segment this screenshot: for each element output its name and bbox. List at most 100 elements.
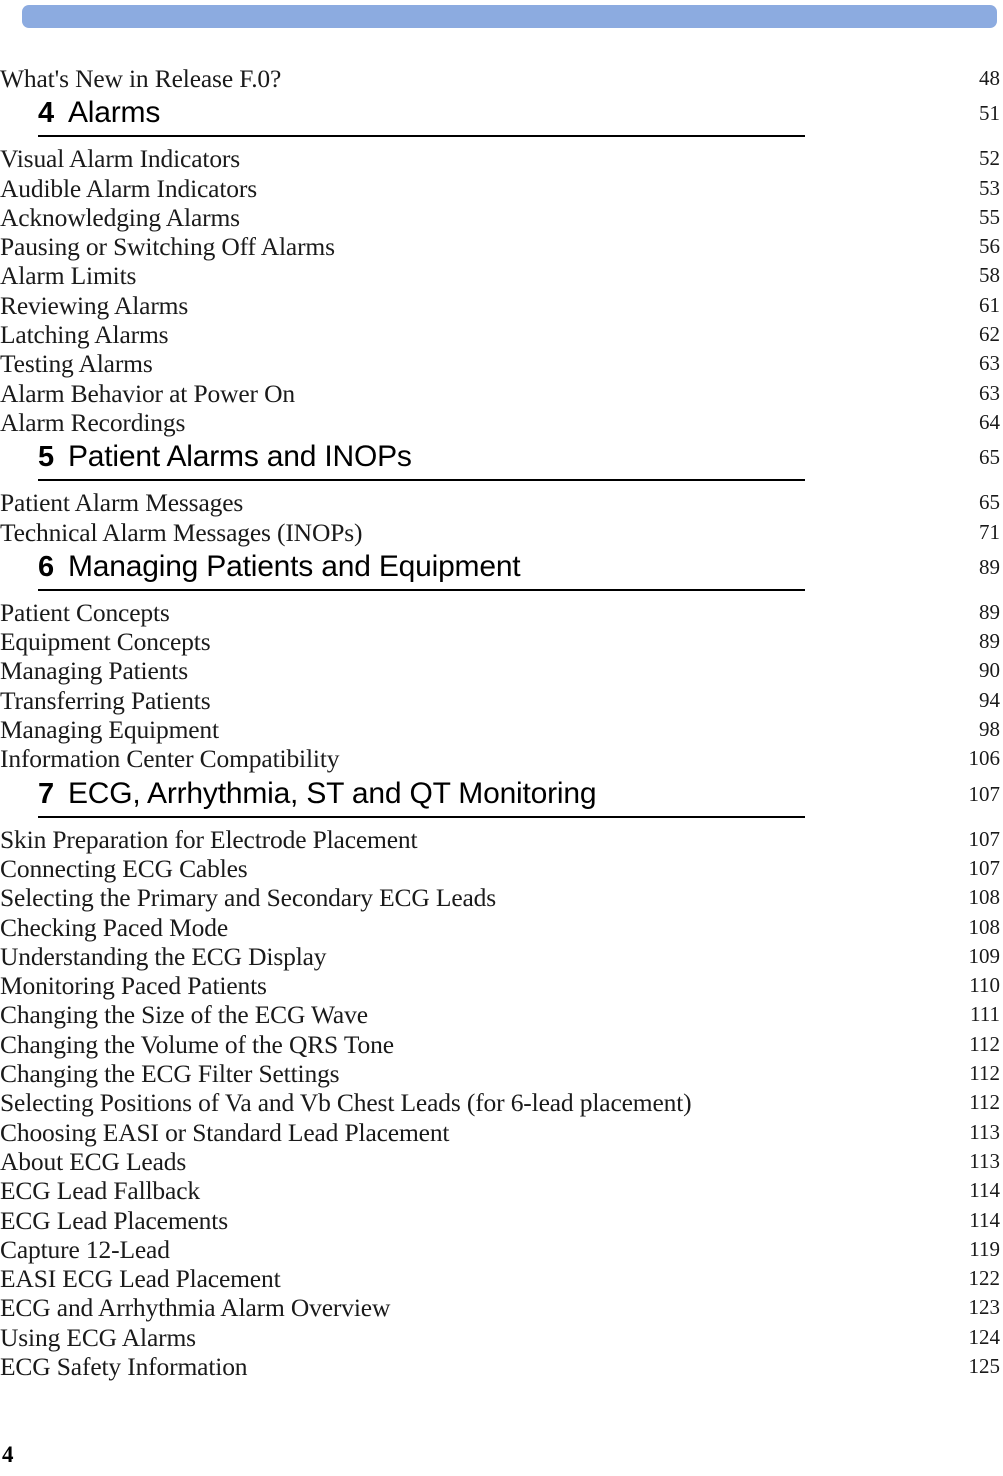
- toc-entry-row[interactable]: Alarm Recordings 64: [0, 408, 1003, 437]
- toc-entry-label: Acknowledging Alarms: [0, 202, 240, 232]
- toc-entry-page-number: 113: [969, 1119, 1000, 1144]
- toc-entry-page-number: 119: [969, 1236, 1000, 1261]
- toc-entry-label: ECG and Arrhythmia Alarm Overview: [0, 1293, 391, 1323]
- chapter-title: ECG, Arrhythmia, ST and QT Monitoring: [68, 776, 597, 810]
- toc-entry-label: Choosing EASI or Standard Lead Placement: [0, 1117, 450, 1147]
- toc-entry-row[interactable]: Testing Alarms 63: [0, 349, 1003, 378]
- toc-entry-page-number: 56: [979, 234, 1000, 259]
- toc-entry-page-number: 89: [979, 599, 1000, 624]
- toc-entry-label: Pausing or Switching Off Alarms: [0, 232, 335, 262]
- toc-entry-row[interactable]: EASI ECG Lead Placement 122: [0, 1264, 1003, 1293]
- chapter-underline: 5 Patient Alarms and INOPs: [38, 437, 805, 482]
- toc-entry-row[interactable]: Alarm Behavior at Power On 63: [0, 379, 1003, 408]
- toc-entry-row[interactable]: ECG Safety Information 125: [0, 1352, 1003, 1381]
- toc-entry-label: Managing Equipment: [0, 715, 219, 745]
- toc-entry-page-number: 62: [979, 322, 1000, 347]
- toc-entry-row[interactable]: What's New in Release F.0? 48: [0, 64, 1003, 93]
- chapter-underline: 6 Managing Patients and Equipment: [38, 547, 805, 591]
- toc-entry-row[interactable]: Visual Alarm Indicators 52: [0, 144, 1003, 173]
- toc-entry-row[interactable]: ECG Lead Placements 114: [0, 1206, 1003, 1235]
- toc-entry-row[interactable]: Patient Alarm Messages 65: [0, 488, 1003, 517]
- toc-entry-page-number: 108: [968, 914, 1001, 939]
- chapter-number: 5: [38, 441, 55, 474]
- toc-entry-page-number: 65: [979, 490, 1000, 515]
- toc-chapter-row[interactable]: 5 Patient Alarms and INOPs 65: [0, 437, 1003, 488]
- toc-entry-row[interactable]: Checking Paced Mode 108: [0, 913, 1003, 942]
- toc-entry-row[interactable]: Using ECG Alarms 124: [0, 1323, 1003, 1352]
- toc-chapter-row[interactable]: 6 Managing Patients and Equipment 89: [0, 547, 1003, 598]
- toc-entry-row[interactable]: Alarm Limits 58: [0, 261, 1003, 290]
- toc-entry-page-number: 112: [969, 1090, 1000, 1115]
- chapter-page-number: 51: [979, 101, 1000, 126]
- toc-entry-label: Managing Patients: [0, 656, 188, 686]
- toc-entry-label: Changing the Volume of the QRS Tone: [0, 1029, 394, 1059]
- toc-entry-row[interactable]: Reviewing Alarms 61: [0, 291, 1003, 320]
- toc-entry-label: Changing the Size of the ECG Wave: [0, 1000, 368, 1030]
- toc-entry-row[interactable]: Changing the ECG Filter Settings 112: [0, 1059, 1003, 1088]
- toc-entry-row[interactable]: Audible Alarm Indicators 53: [0, 174, 1003, 203]
- toc-entry-row[interactable]: Selecting the Primary and Secondary ECG …: [0, 883, 1003, 912]
- toc-entry-page-number: 112: [969, 1061, 1000, 1086]
- toc-entry-label: EASI ECG Lead Placement: [0, 1264, 281, 1294]
- toc-entry-row[interactable]: Skin Preparation for Electrode Placement…: [0, 825, 1003, 854]
- toc-entry-row[interactable]: Acknowledging Alarms 55: [0, 203, 1003, 232]
- toc-chapter-row[interactable]: 4 Alarms 51: [0, 93, 1003, 144]
- toc-entry-row[interactable]: Monitoring Paced Patients 110: [0, 971, 1003, 1000]
- toc-entry-row[interactable]: Pausing or Switching Off Alarms 56: [0, 232, 1003, 261]
- toc-entry-label: Changing the ECG Filter Settings: [0, 1059, 340, 1089]
- toc-entry-label: Reviewing Alarms: [0, 290, 189, 320]
- toc-entry-page-number: 55: [979, 204, 1000, 229]
- toc-entry-page-number: 106: [968, 746, 1001, 771]
- toc-entry-page-number: 63: [979, 380, 1000, 405]
- chapter-page-number: 89: [979, 554, 1000, 579]
- toc-entry-row[interactable]: About ECG Leads 113: [0, 1147, 1003, 1176]
- toc-entry-label: Selecting the Primary and Secondary ECG …: [0, 883, 497, 913]
- toc-entry-row[interactable]: ECG Lead Fallback 114: [0, 1176, 1003, 1205]
- toc-chapter-row[interactable]: 7 ECG, Arrhythmia, ST and QT Monitoring 10…: [0, 774, 1003, 825]
- toc-entry-row[interactable]: Equipment Concepts 89: [0, 627, 1003, 656]
- chapter-page-number: 107: [968, 781, 1001, 806]
- toc-entry-page-number: 114: [969, 1178, 1000, 1203]
- toc-entry-label: Patient Alarm Messages: [0, 488, 244, 518]
- toc-entry-row[interactable]: Changing the Size of the ECG Wave 111: [0, 1000, 1003, 1029]
- toc-entry-page-number: 58: [979, 263, 1000, 288]
- toc-entry-row[interactable]: Choosing EASI or Standard Lead Placement…: [0, 1118, 1003, 1147]
- toc-entry-label: Patient Concepts: [0, 597, 170, 627]
- toc-entry-label: ECG Lead Fallback: [0, 1176, 200, 1206]
- toc-entry-page-number: 53: [979, 175, 1000, 200]
- toc-entry-row[interactable]: Capture 12-Lead 119: [0, 1235, 1003, 1264]
- toc-entry-page-number: 123: [968, 1295, 1001, 1320]
- toc-entry-page-number: 111: [970, 1002, 1000, 1027]
- toc-entry-row[interactable]: Connecting ECG Cables 107: [0, 854, 1003, 883]
- toc-entry-page-number: 64: [979, 409, 1000, 434]
- chapter-number: 6: [38, 550, 55, 583]
- toc-entry-page-number: 122: [968, 1266, 1001, 1291]
- toc-entry-row[interactable]: Information Center Compatibility 106: [0, 744, 1003, 773]
- toc-entry-row[interactable]: Managing Patients 90: [0, 656, 1003, 685]
- toc-entry-page-number: 89: [979, 629, 1000, 654]
- toc-entry-label: Transferring Patients: [0, 685, 211, 715]
- toc-entry-row[interactable]: Understanding the ECG Display 109: [0, 942, 1003, 971]
- toc-entry-label: Skin Preparation for Electrode Placement: [0, 824, 418, 854]
- toc-entry-page-number: 94: [979, 687, 1000, 712]
- toc-entry-row[interactable]: ECG and Arrhythmia Alarm Overview 123: [0, 1293, 1003, 1322]
- chapter-title: Managing Patients and Equipment: [68, 549, 521, 583]
- toc-entry-row[interactable]: Managing Equipment 98: [0, 715, 1003, 744]
- toc-entry-page-number: 109: [968, 943, 1001, 968]
- toc-entry-row[interactable]: Selecting Positions of Va and Vb Chest L…: [0, 1088, 1003, 1117]
- toc-entry-row[interactable]: Transferring Patients 94: [0, 686, 1003, 715]
- toc-entry-label: Alarm Limits: [0, 261, 137, 291]
- toc-entry-label: Understanding the ECG Display: [0, 941, 327, 971]
- toc-entry-row[interactable]: Patient Concepts 89: [0, 598, 1003, 627]
- toc-entry-row[interactable]: Technical Alarm Messages (INOPs) 71: [0, 518, 1003, 547]
- header-decorative-bar: [22, 5, 997, 28]
- toc-entry-label: ECG Safety Information: [0, 1351, 248, 1381]
- toc-entry-label: Monitoring Paced Patients: [0, 971, 267, 1001]
- toc-entry-page-number: 110: [969, 973, 1000, 998]
- toc-entry-page-number: 90: [979, 658, 1000, 683]
- toc-entry-page-number: 108: [968, 885, 1001, 910]
- toc-entry-row[interactable]: Changing the Volume of the QRS Tone 112: [0, 1030, 1003, 1059]
- toc-entry-row[interactable]: Latching Alarms 62: [0, 320, 1003, 349]
- toc-entry-label: Selecting Positions of Va and Vb Chest L…: [0, 1088, 692, 1118]
- toc-entry-label: Audible Alarm Indicators: [0, 173, 258, 203]
